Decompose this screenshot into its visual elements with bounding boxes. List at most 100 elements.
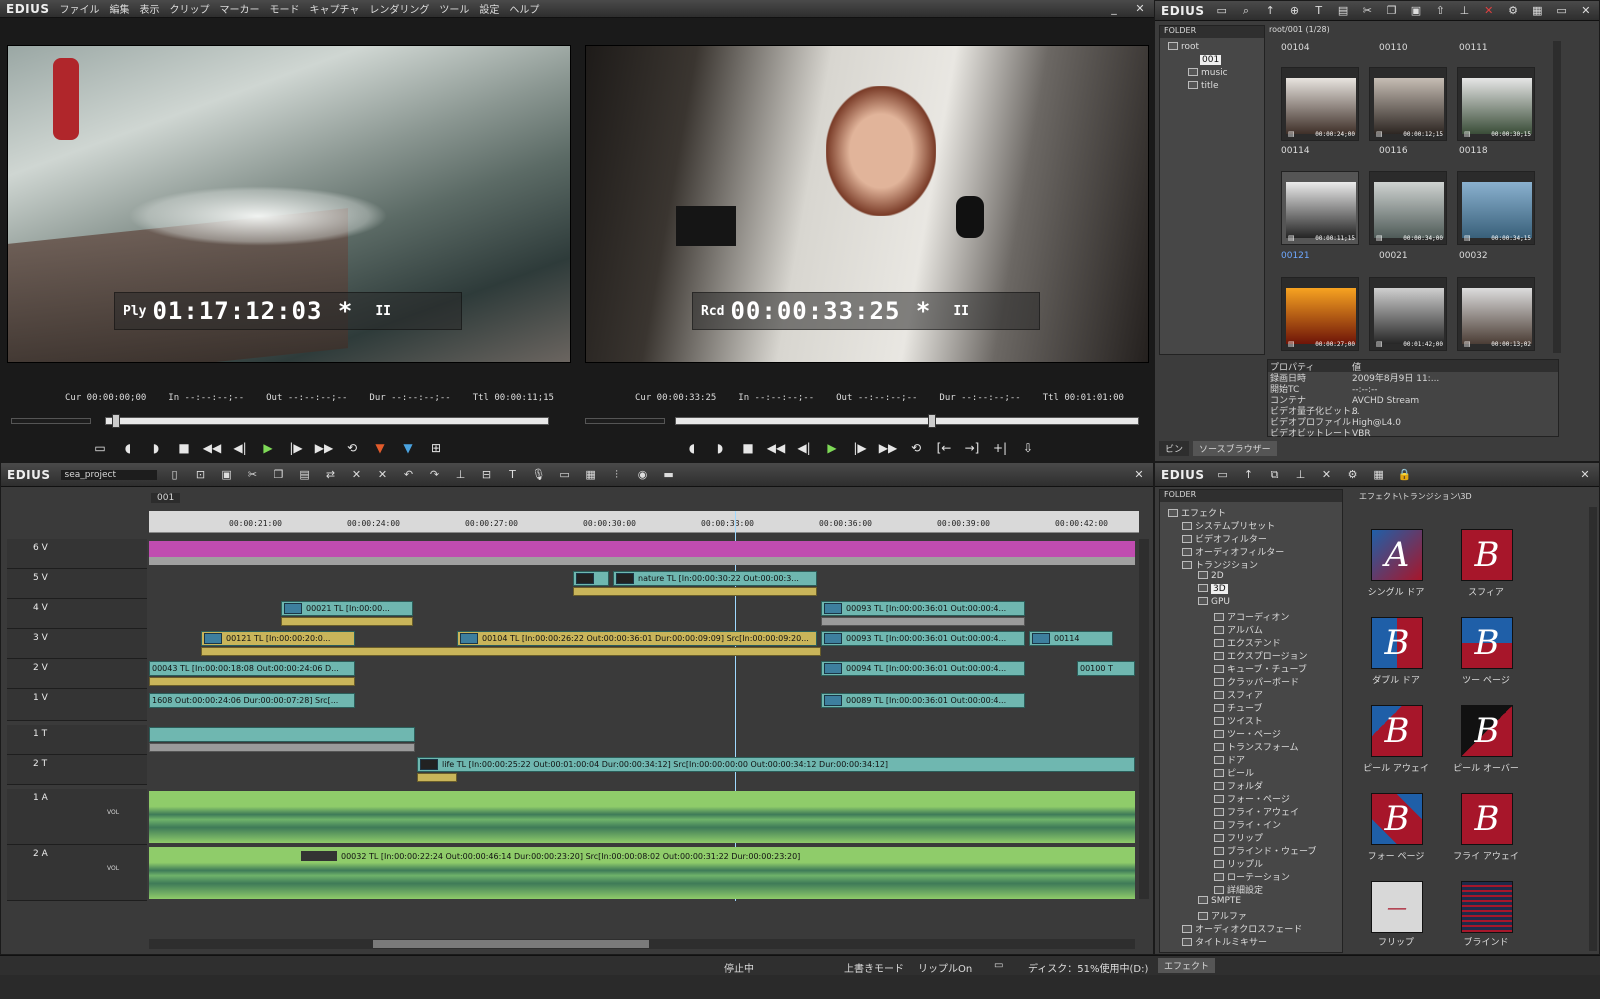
recorder-position-slider[interactable] — [675, 414, 1139, 428]
close-icon[interactable]: ✕ — [1579, 4, 1593, 18]
tree-item[interactable]: フリップ — [1214, 831, 1263, 844]
transition-tile[interactable]: B — [1461, 793, 1513, 845]
tree-item[interactable]: エクスプロージョン — [1214, 649, 1308, 662]
set-in-icon[interactable]: ◖ — [119, 439, 137, 457]
render-icon[interactable]: ▭ — [557, 468, 573, 482]
timeline-vscroll[interactable] — [1139, 539, 1149, 899]
timeline-clip-nature[interactable]: nature TL [In:00:00:30:22 Out:00:00:3... — [613, 571, 817, 586]
view-icon[interactable]: ▦ — [1371, 468, 1387, 482]
close-icon[interactable]: ✕ — [1131, 468, 1147, 482]
tree-item[interactable]: クラッパーボード — [1214, 675, 1299, 688]
step-forward-icon[interactable]: |▶ — [287, 439, 305, 457]
add-cut-icon[interactable]: ⊟ — [479, 468, 495, 482]
timeline-hscroll[interactable] — [149, 939, 1135, 949]
search-icon[interactable]: ⌕ — [1239, 4, 1253, 18]
menu-settings[interactable]: 設定 — [479, 1, 499, 16]
track-header-3v[interactable]: 3 V — [7, 629, 147, 659]
track-header-5v[interactable]: 5 V — [7, 569, 147, 599]
tree-item[interactable]: SMPTE — [1198, 896, 1241, 906]
menu-clip[interactable]: クリップ — [170, 1, 210, 16]
transition-tile[interactable]: — — [1371, 881, 1423, 933]
tree-item[interactable]: ローテーション — [1214, 870, 1290, 883]
tree-item[interactable]: ブラインド・ウェーブ — [1214, 844, 1316, 857]
menu-mode[interactable]: モード — [270, 1, 300, 16]
player-shuttle-slider[interactable] — [11, 418, 91, 424]
timeline-clip-00100[interactable]: 00100 T — [1077, 661, 1135, 676]
apply-icon[interactable]: ⊥ — [1293, 468, 1309, 482]
tree-item[interactable]: ツイスト — [1214, 714, 1263, 727]
timeline-clip-00104[interactable]: 00104 TL [In:00:00:26:22 Out:00:00:36:01… — [457, 631, 817, 646]
tree-item[interactable]: チューブ — [1214, 701, 1262, 714]
up-icon[interactable]: ↑ — [1263, 4, 1277, 18]
view-icon[interactable]: ▦ — [1530, 4, 1544, 18]
track-header-2a[interactable]: 2 A VOL — [7, 845, 147, 901]
transition-tile[interactable]: B — [1371, 793, 1423, 845]
tree-item[interactable]: タイトルミキサー — [1182, 935, 1267, 948]
track-header-1t[interactable]: 1 T — [7, 725, 147, 755]
step-back-icon[interactable]: ◀| — [231, 439, 249, 457]
cut-icon[interactable]: ✂ — [245, 468, 261, 482]
tree-item[interactable]: フライ・イン — [1214, 818, 1281, 831]
timeline-clip-00093b[interactable]: 00093 TL [In:00:00:36:01 Out:00:00:4... — [821, 631, 1025, 646]
send-to-player-icon[interactable]: ⇧ — [1433, 4, 1447, 18]
transition-tile[interactable]: A — [1371, 529, 1423, 581]
loop-icon[interactable]: ⟲ — [907, 439, 925, 457]
tree-item[interactable]: エクステンド — [1214, 636, 1281, 649]
title-icon[interactable]: T — [1312, 4, 1326, 18]
tree-item[interactable]: オーディオフィルター — [1182, 545, 1284, 558]
set-out-icon[interactable]: ◗ — [147, 439, 165, 457]
timeline-clip-00089[interactable]: 00089 TL [In:00:00:36:01 Out:00:00:4... — [821, 693, 1025, 708]
insert-icon[interactable]: ▼ — [371, 439, 389, 457]
folder-icon[interactable]: ▭ — [1215, 468, 1231, 482]
tree-item[interactable]: リップル — [1214, 857, 1263, 870]
lock-icon[interactable]: 🔒 — [1397, 468, 1413, 482]
add-timeline-icon[interactable]: ⊥ — [1457, 4, 1471, 18]
redo-icon[interactable]: ↷ — [427, 468, 443, 482]
menu-edit[interactable]: 編集 — [110, 1, 130, 16]
menu-file[interactable]: ファイル — [60, 1, 100, 16]
trim-icon[interactable]: +| — [991, 439, 1009, 457]
menu-tools[interactable]: ツール — [439, 1, 469, 16]
clip-thumb[interactable]: ▤ 00:01:42;00 — [1369, 277, 1447, 351]
timeline-clip-00114[interactable]: 00114 — [1029, 631, 1113, 646]
copy-icon[interactable]: ❐ — [271, 468, 287, 482]
ripple-delete-icon[interactable]: ✕ — [375, 468, 391, 482]
replace-icon[interactable]: ⇄ — [323, 468, 339, 482]
tab-source-browser[interactable]: ソースブラウザー — [1193, 441, 1277, 456]
open-project-icon[interactable]: ⊡ — [193, 468, 209, 482]
clip-thumb[interactable]: ▤ 00:00:13;02 — [1457, 277, 1535, 351]
tree-effects[interactable]: エフェクト — [1168, 506, 1226, 519]
tree-001[interactable]: 001 — [1200, 55, 1222, 65]
tab-effects[interactable]: エフェクト — [1158, 958, 1216, 973]
timeline-clip-1608[interactable]: 1608 Out:00:00:24:06 Dur:00:00:07:28] Sr… — [149, 693, 355, 708]
tree-item[interactable]: トランスフォーム — [1214, 740, 1299, 753]
step-forward-icon[interactable]: |▶ — [851, 439, 869, 457]
loop-icon[interactable]: ⟲ — [343, 439, 361, 457]
folder-icon[interactable]: ▭ — [1215, 4, 1229, 18]
delete-icon[interactable]: ✕ — [1482, 4, 1496, 18]
multicam-icon[interactable]: ▦ — [583, 468, 599, 482]
hscroll-thumb[interactable] — [373, 940, 649, 948]
export-icon[interactable]: ⇩ — [1019, 439, 1037, 457]
tree-item[interactable]: オーディオクロスフェード — [1182, 922, 1302, 935]
clip-thumb[interactable]: ▤ 00:00:30;15 — [1457, 67, 1535, 141]
tree-item[interactable]: 2D — [1198, 571, 1224, 581]
tree-item[interactable]: フォルダ — [1214, 779, 1263, 792]
next-edit-icon[interactable]: →] — [963, 439, 981, 457]
menu-capture[interactable]: キャプチャ — [310, 1, 360, 16]
timeline-clip-00043[interactable]: 00043 TL [In:00:00:18:08 Out:00:00:24:06… — [149, 661, 355, 676]
fast-forward-icon[interactable]: ▶▶ — [879, 439, 897, 457]
recorder-video[interactable]: Rcd 00:00:33:25 * II — [585, 45, 1149, 363]
set-out-icon[interactable]: ◗ — [711, 439, 729, 457]
timeline-clip-00093[interactable]: 00093 TL [In:00:00:36:01 Out:00:00:4... — [821, 601, 1025, 616]
tree-item[interactable]: アルバム — [1214, 623, 1263, 636]
tree-item[interactable]: システムプリセット — [1182, 519, 1275, 532]
add-clip-icon[interactable]: ⊕ — [1287, 4, 1301, 18]
tree-title[interactable]: title — [1188, 81, 1219, 91]
overwrite-icon[interactable]: ▼ — [399, 439, 417, 457]
timeline-clip-00094[interactable]: 00094 TL [In:00:00:36:01 Out:00:00:4... — [821, 661, 1025, 676]
menu-view[interactable]: 表示 — [140, 1, 160, 16]
tree-item[interactable]: フォー・ページ — [1214, 792, 1290, 805]
tree-item[interactable]: アルファ — [1198, 909, 1247, 922]
track-header-2v[interactable]: 2 V — [7, 659, 147, 689]
